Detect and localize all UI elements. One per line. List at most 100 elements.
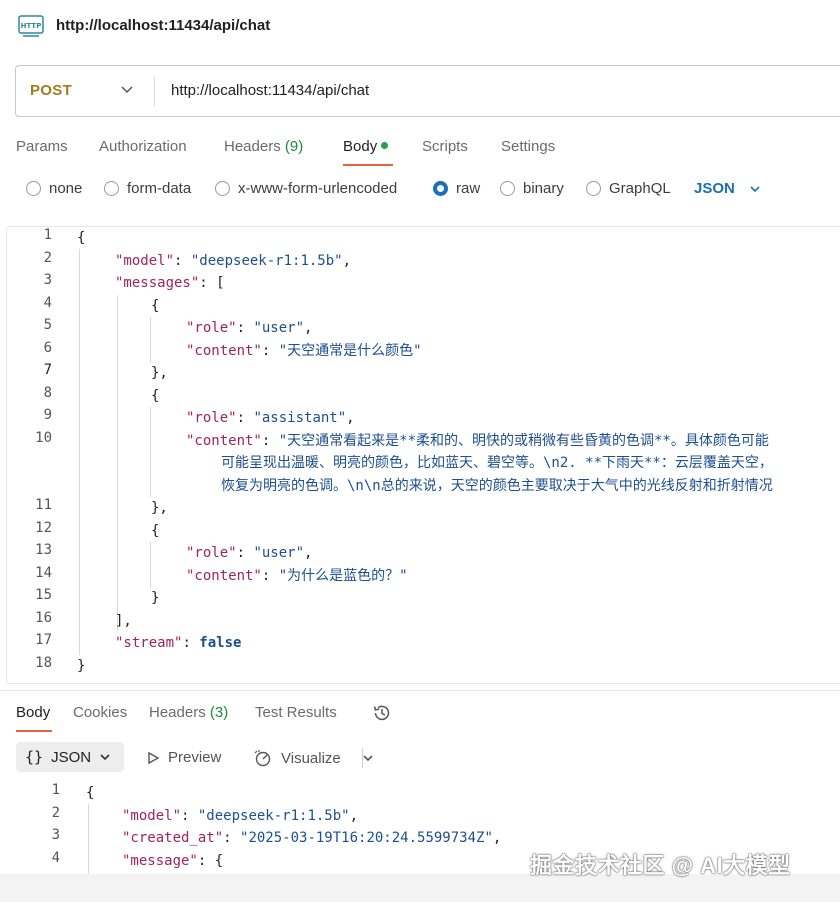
code-line: "role": "assistant", <box>186 410 355 426</box>
code-line: }, <box>151 362 168 385</box>
radio-circle-icon <box>26 181 41 196</box>
code-line: { <box>151 295 159 318</box>
json-string: "天空通常是什么颜色" <box>278 342 422 359</box>
json-string: 恢复为明亮的色调。\n\n总的来说，天空的颜色主要取决于大气中的光线反射和折射情… <box>221 477 773 494</box>
json-string: "assistant" <box>253 410 347 426</box>
language-select[interactable]: JSON <box>694 180 761 197</box>
radio-raw-label: raw <box>456 180 481 197</box>
radio-none-label: none <box>49 180 83 197</box>
request-body-editor[interactable]: 1 2 3 4 5 6 7 8 9 10 11 12 13 14 15 16 1… <box>6 226 840 684</box>
line-number: 11 <box>35 497 52 513</box>
http-icon: HTTP <box>18 15 44 37</box>
play-icon <box>148 751 160 764</box>
code-line-wrap: 可能呈现出温暖、明亮的颜色，比如蓝天、碧空等。\n2. **下雨天**：云层覆盖… <box>221 452 773 475</box>
json-string: "2025-03-19T16:20:24.5599734Z" <box>240 830 493 846</box>
history-icon[interactable] <box>372 703 392 723</box>
response-tab-body[interactable]: Body <box>16 704 50 721</box>
line-number: 12 <box>35 519 52 536</box>
json-key: "created_at" <box>122 830 224 846</box>
indent-guide <box>150 407 151 497</box>
active-tab-indicator <box>16 730 52 732</box>
visualize-icon <box>254 750 271 767</box>
divider <box>154 76 155 106</box>
chevron-down-icon <box>750 185 760 192</box>
json-string: "天空通常看起来是**柔和的、明快的或稍微有些昏黄的色调**。具体颜色可能 <box>278 432 769 449</box>
tab-params[interactable]: Params <box>16 138 68 155</box>
code-line: } <box>151 587 159 610</box>
radio-raw[interactable]: raw <box>433 180 480 197</box>
visualize-button[interactable]: Visualize <box>253 749 341 767</box>
code-line: "message": { <box>122 852 224 869</box>
tab-settings[interactable]: Settings <box>501 138 555 155</box>
radio-circle-icon <box>500 181 515 196</box>
tab-body-label: Body <box>343 138 378 155</box>
line-number: 16 <box>35 609 52 626</box>
code-line: "created_at": "2025-03-19T16:20:24.55997… <box>122 830 502 846</box>
code-line: "model": "deepseek-r1:1.5b", <box>122 807 359 824</box>
language-label: JSON <box>694 180 735 197</box>
tab-headers-label: Headers <box>224 138 281 155</box>
preview-button[interactable]: Preview <box>146 749 221 766</box>
code-line: } <box>77 655 85 678</box>
code-line: { <box>151 385 159 408</box>
tab-body[interactable]: Body <box>343 138 389 155</box>
method-selector[interactable]: POST <box>30 82 72 99</box>
code-line: "messages": [ <box>115 275 225 291</box>
radio-binary[interactable]: binary <box>500 180 564 197</box>
line-number: 13 <box>35 542 52 558</box>
radio-none[interactable]: none <box>26 180 82 197</box>
code-line: { <box>77 227 85 250</box>
code-line: }, <box>151 497 168 520</box>
code-line-wrap: 恢复为明亮的色调。\n\n总的来说，天空的颜色主要取决于大气中的光线反射和折射情… <box>221 475 773 498</box>
code-line: { <box>151 520 159 543</box>
indent-guide <box>150 542 151 588</box>
line-number: 6 <box>43 339 52 356</box>
code-token: } <box>77 657 86 674</box>
url-input[interactable]: http://localhost:11434/api/chat <box>171 82 369 99</box>
response-tab-test-results[interactable]: Test Results <box>255 704 337 721</box>
response-tab-cookies[interactable]: Cookies <box>73 704 127 721</box>
code-token: { <box>151 387 160 404</box>
json-key: "role" <box>186 320 237 336</box>
line-number: 18 <box>35 654 52 671</box>
chevron-down-icon <box>100 754 110 761</box>
code-token: }, <box>151 365 168 381</box>
chevron-down-icon[interactable] <box>120 82 134 96</box>
line-number: 4 <box>51 849 60 866</box>
json-boolean: false <box>199 635 242 651</box>
json-string: "user" <box>253 320 305 336</box>
radio-urlencoded[interactable]: x-www-form-urlencoded <box>215 180 397 197</box>
indent-guide <box>88 804 89 874</box>
response-tab-headers[interactable]: Headers (3) <box>149 704 228 721</box>
code-line: ], <box>115 610 132 633</box>
code-token: { <box>77 230 86 246</box>
code-token: { <box>151 522 160 539</box>
json-key: "message" <box>122 852 198 869</box>
tab-scripts[interactable]: Scripts <box>422 138 468 155</box>
radio-form-data[interactable]: form-data <box>104 180 191 197</box>
request-title[interactable]: http://localhost:11434/api/chat <box>56 17 270 34</box>
braces-icon: {} <box>25 748 44 766</box>
json-key: "model" <box>115 252 175 269</box>
chevron-down-icon[interactable] <box>362 752 374 764</box>
json-key: "content" <box>186 567 262 584</box>
tab-authorization[interactable]: Authorization <box>99 138 187 155</box>
code-token: ], <box>115 612 132 629</box>
indent-guide <box>150 317 151 363</box>
json-string: "为什么是蓝色的？" <box>278 567 408 584</box>
svg-text:HTTP: HTTP <box>21 22 42 30</box>
format-select[interactable]: {} JSON <box>16 742 124 772</box>
tab-headers[interactable]: Headers (9) <box>224 138 303 155</box>
radio-graphql[interactable]: GraphQL <box>586 180 671 197</box>
indent-guide <box>79 249 80 655</box>
response-divider <box>0 690 840 691</box>
line-number: 9 <box>43 407 52 423</box>
radio-selected-icon <box>433 181 448 196</box>
json-string: "user" <box>253 545 305 561</box>
radio-circle-icon <box>104 181 119 196</box>
code-token: { <box>214 852 224 869</box>
line-number: 15 <box>35 587 52 603</box>
code-token: { <box>86 785 95 801</box>
line-number: 14 <box>35 564 52 581</box>
line-number: 3 <box>51 827 60 843</box>
